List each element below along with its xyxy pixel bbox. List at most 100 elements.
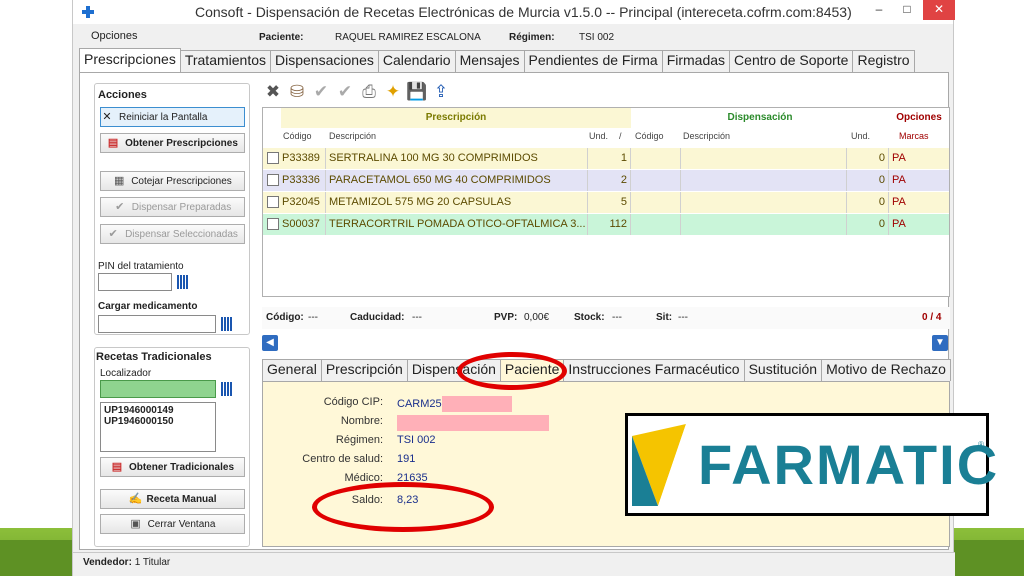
obtener-prescripciones-label: Obtener Prescripciones	[125, 137, 238, 149]
col-und[interactable]: Und.	[585, 128, 608, 144]
cerrar-ventana-button[interactable]: ▣ Cerrar Ventana	[100, 514, 245, 534]
list-item[interactable]: UP1946000150	[104, 416, 212, 427]
export-icon[interactable]: ⇪	[430, 81, 452, 103]
status-sit-label: Sit:	[656, 312, 673, 323]
tab-tratamientos[interactable]: Tratamientos	[179, 50, 272, 72]
col-sort[interactable]: /	[615, 128, 622, 144]
tab-registro[interactable]: Registro	[852, 50, 915, 72]
medico-row: Médico: 21635	[263, 472, 663, 486]
tab-pendientes-firma[interactable]: Pendientes de Firma	[523, 50, 663, 72]
status-stock-label: Stock:	[574, 312, 605, 323]
cell-codigo2	[631, 148, 681, 169]
barcode-icon[interactable]	[221, 317, 233, 331]
row-checkbox[interactable]	[267, 174, 279, 186]
dispensar-seleccionadas-label: Dispensar Seleccionadas	[125, 228, 238, 240]
cell-marca: PA	[892, 152, 906, 164]
tab-instrucciones-farmaceutico[interactable]: Instrucciones Farmacéutico	[563, 359, 745, 381]
tab-prescripciones[interactable]: Prescripciones	[79, 48, 181, 72]
main-tab-strip: Prescripciones Tratamientos Dispensacion…	[79, 48, 915, 72]
cell-descripcion: PARACETAMOL 650 MG 40 COMPRIMIDOS	[326, 170, 588, 191]
dispensar-seleccionadas-button[interactable]: ✔ Dispensar Seleccionadas	[100, 224, 245, 244]
paciente-label: Paciente:	[259, 32, 304, 43]
centro-value: 191	[397, 453, 416, 465]
check-all-icon[interactable]: ✔	[334, 81, 356, 103]
tab-general[interactable]: General	[262, 359, 322, 381]
table-row[interactable]: P33336 PARACETAMOL 650 MG 40 COMPRIMIDOS…	[263, 170, 949, 191]
codigo-cip-label: Código CIP:	[323, 396, 383, 408]
tab-prescripcion[interactable]: Prescripción	[320, 359, 408, 381]
print-icon[interactable]: ⎙	[358, 81, 380, 103]
cell-descripcion: SERTRALINA 100 MG 30 COMPRIMIDOS	[326, 148, 588, 169]
save-icon[interactable]: 💾	[406, 81, 428, 103]
regimen-detail-value: TSI 002	[397, 434, 436, 446]
paciente-value: RAQUEL RAMIREZ ESCALONA	[335, 32, 481, 43]
close-button[interactable]: ✕	[923, 0, 955, 20]
tab-motivo-rechazo[interactable]: Motivo de Rechazo	[821, 359, 951, 381]
double-check-icon: ✔	[108, 228, 118, 240]
list-item[interactable]: UP1946000149	[104, 405, 212, 416]
database-icon[interactable]: ⛁	[286, 81, 308, 103]
cell-und2: 0	[847, 148, 889, 169]
row-checkbox[interactable]	[267, 152, 279, 164]
barcode-icon[interactable]	[221, 382, 233, 396]
regimen-value: TSI 002	[579, 32, 615, 43]
tab-mensajes[interactable]: Mensajes	[454, 50, 525, 72]
centro-row: Centro de salud: 191	[263, 453, 663, 467]
redacted-block	[441, 396, 512, 412]
app-cross-icon	[81, 5, 95, 19]
col-descripcion[interactable]: Descripción	[325, 128, 376, 144]
dispensar-preparadas-label: Dispensar Preparadas	[131, 201, 232, 213]
wand-icon[interactable]: ✦	[382, 81, 404, 103]
status-caducidad-value: ---	[412, 312, 422, 323]
col-codigo[interactable]: Código	[279, 128, 312, 144]
col-codigo2[interactable]: Código	[631, 128, 664, 144]
barcode-icon[interactable]	[177, 275, 189, 289]
minimize-button[interactable]: –	[865, 0, 893, 20]
receta-manual-button[interactable]: ✍ Receta Manual	[100, 489, 245, 509]
cell-codigo: S00037	[279, 214, 326, 235]
codigo-cip-row: Código CIP: CARM25	[263, 396, 663, 412]
cotejar-prescripciones-button[interactable]: ▦ Cotejar Prescripciones	[100, 171, 245, 191]
cell-und: 1	[588, 148, 631, 169]
scroll-left-icon[interactable]: ◀	[262, 335, 278, 351]
check-icon[interactable]: ✔	[310, 81, 332, 103]
table-row[interactable]: S00037 TERRACORTRIL POMADA OTICO-OFTALMI…	[263, 214, 949, 235]
reiniciar-label: Reiniciar la Pantalla	[119, 111, 208, 123]
status-stock-value: ---	[612, 312, 622, 323]
nombre-label: Nombre:	[340, 415, 383, 427]
menu-opciones[interactable]: Opciones	[91, 30, 137, 42]
registered-mark: ®	[978, 440, 984, 449]
codigo-cip-value: CARM25	[397, 396, 512, 412]
row-checkbox[interactable]	[267, 196, 279, 208]
recetas-tradicionales-title: Recetas Tradicionales	[96, 351, 212, 363]
pin-input[interactable]	[98, 273, 172, 291]
maximize-button[interactable]: □	[893, 0, 921, 20]
table-row[interactable]: P32045 METAMIZOL 575 MG 20 CAPSULAS 5 0 …	[263, 192, 949, 213]
col-descripcion2[interactable]: Descripción	[679, 128, 730, 144]
cell-marca: PA	[892, 174, 906, 186]
col-marcas[interactable]: Marcas	[895, 128, 929, 144]
col-und2[interactable]: Und.	[847, 128, 870, 144]
clipboard-icon: ▦	[113, 175, 125, 187]
farmatic-wordmark: FARMATIC	[698, 433, 1000, 496]
table-row[interactable]: P33389 SERTRALINA 100 MG 30 COMPRIMIDOS …	[263, 148, 949, 169]
tab-sustitucion[interactable]: Sustitución	[743, 359, 823, 381]
pin-label: PIN del tratamiento	[98, 261, 184, 272]
localizador-input[interactable]	[100, 380, 216, 398]
recetas-list[interactable]: UP1946000149 UP1946000150	[100, 402, 216, 452]
tab-firmadas[interactable]: Firmadas	[661, 50, 731, 72]
status-bar: Vendedor: 1 Titular	[73, 552, 955, 576]
dispensar-preparadas-button[interactable]: ✔ Dispensar Preparadas	[100, 197, 245, 217]
scroll-down-icon[interactable]: ▼	[932, 335, 948, 351]
cell-descripcion2	[681, 192, 847, 213]
tab-calendario[interactable]: Calendario	[377, 50, 456, 72]
prescriptions-grid: Prescripción Dispensación Opciones Códig…	[262, 107, 950, 297]
delete-icon[interactable]: ✖	[262, 81, 284, 103]
tab-dispensaciones[interactable]: Dispensaciones	[270, 50, 379, 72]
tab-centro-soporte[interactable]: Centro de Soporte	[729, 50, 854, 72]
reiniciar-pantalla-button[interactable]: ✕ Reiniciar la Pantalla	[100, 107, 245, 127]
obtener-prescripciones-button[interactable]: ▤ Obtener Prescripciones	[100, 133, 245, 153]
obtener-tradicionales-button[interactable]: ▤ Obtener Tradicionales	[100, 457, 245, 477]
row-checkbox[interactable]	[267, 218, 279, 230]
cargar-medicamento-input[interactable]	[98, 315, 216, 333]
